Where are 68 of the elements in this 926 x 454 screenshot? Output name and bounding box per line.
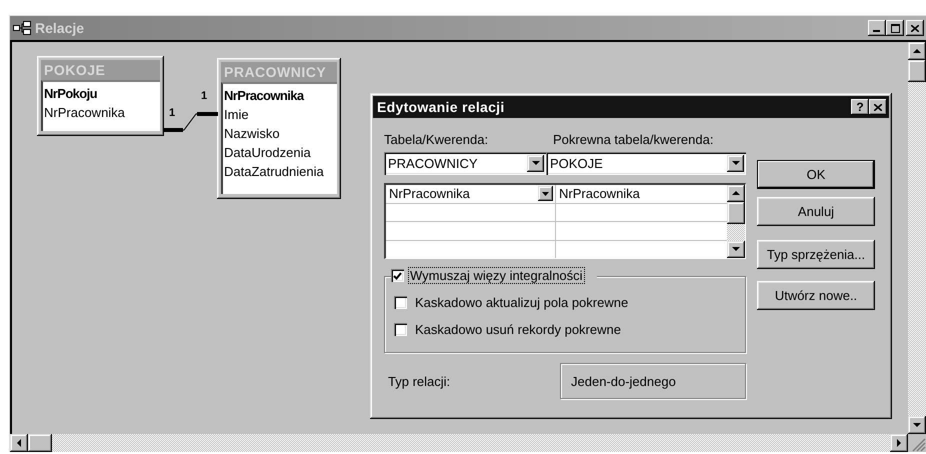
dropdown-arrow-icon [532,161,540,166]
relation-type-value: Jeden-do-jednego [560,363,746,399]
grid-cell[interactable]: NrPracownika [386,185,556,202]
dialog-button[interactable]: Utwórz nowe.. [757,281,875,310]
down-arrow-icon [913,422,921,428]
down-arrow-icon [732,247,740,252]
dropdown-button[interactable] [538,186,553,202]
close-icon [911,24,919,32]
scroll-thumb[interactable] [28,434,52,452]
dialog-button[interactable]: OK [757,160,875,189]
scroll-up-button[interactable] [727,185,745,202]
table-dropdown[interactable]: PRACOWNICY [384,152,546,175]
maximize-button[interactable] [886,20,904,36]
checkbox-label[interactable]: Kaskadowo usuń rekordy pokrewne [413,321,623,338]
table-name: POKOJE [41,60,160,80]
close-button[interactable] [906,20,924,36]
cardinality-label: 1 [201,90,208,102]
related-table-label: Pokrewna tabela/kwerenda: [553,132,714,147]
grid-cell[interactable]: NrPracownika [556,185,727,202]
grid-scrollbar[interactable] [727,185,745,258]
field-name[interactable]: NrPokoju [44,84,159,103]
dropdown-button[interactable] [727,155,744,172]
dialog-title: Edytowanie relacji [377,99,506,115]
help-button[interactable]: ? [851,99,869,115]
table-name: PRACOWNICY [221,62,337,82]
window-title: Relacje [35,20,86,36]
field-name[interactable]: NrPracownika [224,86,336,105]
scroll-right-button[interactable] [890,434,908,452]
close-icon [874,104,882,110]
minimize-button[interactable] [868,20,886,36]
table-label: Tabela/Kwerenda: [384,132,490,147]
field-name[interactable]: DataUrodzenia [224,143,336,162]
dialog-button[interactable]: Typ sprzężenia... [757,240,875,269]
dialog-button[interactable]: Anuluj [757,197,875,226]
up-arrow-icon [732,191,740,196]
check-icon [393,272,402,280]
table-box[interactable]: PRACOWNICY NrPracownika Imie Nazwisko DataUrodzenia DataZatrudnienia [217,58,341,199]
table-box[interactable]: POKOJE NrPokoju NrPracownika [37,56,164,136]
dropdown-button[interactable] [527,155,544,172]
scroll-down-button[interactable] [727,241,745,258]
scroll-down-button[interactable] [908,416,926,434]
left-arrow-icon [16,439,22,447]
scroll-thumb[interactable] [727,202,745,224]
vertical-scrollbar[interactable] [908,42,926,434]
related-table-dropdown[interactable]: POKOJE [546,152,746,175]
horizontal-scrollbar[interactable] [10,434,908,452]
checkbox[interactable] [391,269,404,282]
scroll-left-button[interactable] [10,434,28,452]
scroll-track[interactable] [727,224,745,241]
checkbox-label[interactable]: Kaskadowo aktualizuj pola pokrewne [413,294,630,311]
relation-type-label: Typ relacji: [387,374,452,388]
scroll-up-button[interactable] [908,42,926,60]
checkbox-label[interactable]: Wymuszaj więzy integralności [408,267,585,284]
right-arrow-icon [896,439,902,447]
maximize-icon [890,24,900,32]
field-name[interactable]: Nazwisko [224,124,336,143]
field-name[interactable]: DataZatrudnienia [224,162,336,181]
scroll-thumb[interactable] [908,60,926,82]
up-arrow-icon [913,48,921,54]
cardinality-label: 1 [169,107,176,119]
checkbox[interactable] [394,323,407,336]
field-name[interactable]: NrPracownika [44,103,159,122]
dropdown-arrow-icon [732,161,740,166]
relationships-icon [13,21,31,35]
checkbox[interactable] [394,296,407,309]
dropdown-arrow-icon [542,192,549,196]
field-name[interactable]: Imie [224,105,336,124]
close-button[interactable] [869,99,887,115]
